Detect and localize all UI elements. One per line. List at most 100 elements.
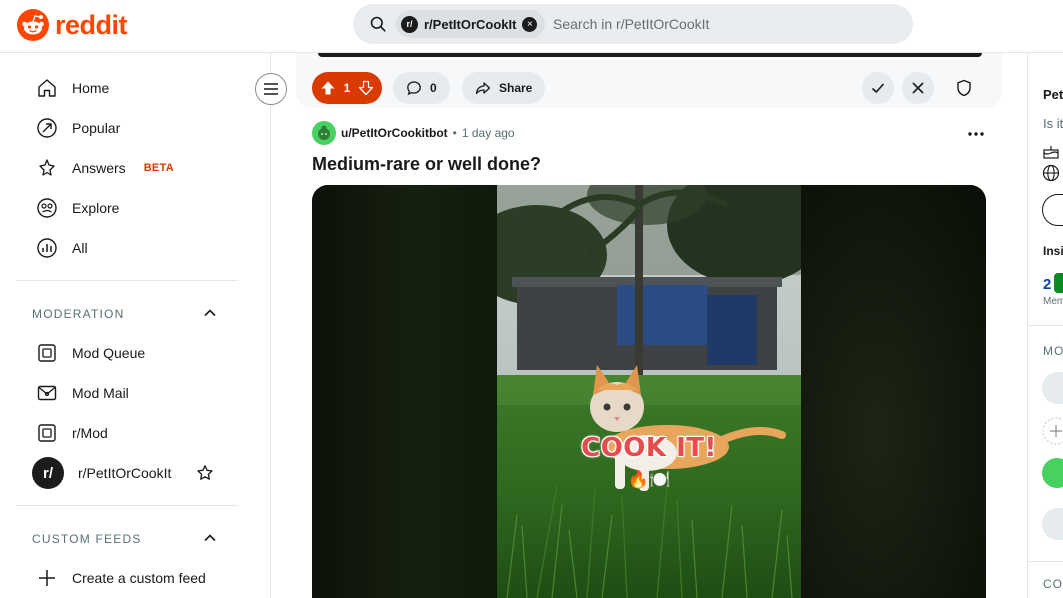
chevron-up-icon[interactable] xyxy=(203,531,217,545)
more-options-icon[interactable] xyxy=(967,131,985,137)
sidebar-item-r-mod[interactable]: r/Mod xyxy=(36,421,108,445)
moderation-section-title[interactable]: MODERATION xyxy=(32,307,124,321)
left-sidebar: Home Popular Answers BETA Explore All MO… xyxy=(0,53,271,598)
share-label: Share xyxy=(499,81,533,95)
community-section-title-fragment: COM xyxy=(1043,577,1063,591)
menu-icon xyxy=(264,83,278,95)
avatar[interactable] xyxy=(1042,458,1063,488)
community-action-button[interactable] xyxy=(1042,194,1063,226)
kitten-in-grass-image xyxy=(497,185,801,598)
vote-control: 1 xyxy=(312,72,382,104)
sidebar-item-label: Explore xyxy=(72,200,120,216)
comments-button[interactable]: 0 xyxy=(393,72,450,104)
right-sidebar: Pet Is it Insi 2 Mem MO COM xyxy=(1027,53,1063,598)
share-icon xyxy=(475,82,491,95)
mod-mail-icon xyxy=(37,385,57,401)
sidebar-item-petitorcookit[interactable]: r/ r/PetItOrCookIt xyxy=(32,457,172,489)
plus-icon xyxy=(39,570,55,586)
comment-icon xyxy=(407,81,421,96)
sidebar-item-mod-mail[interactable]: Mod Mail xyxy=(36,381,129,405)
sidebar-item-label: r/Mod xyxy=(72,425,108,441)
community-description-fragment: Is it xyxy=(1043,116,1063,131)
sidebar-item-popular[interactable]: Popular xyxy=(36,116,120,140)
all-icon xyxy=(37,238,57,258)
search-scope-label: r/PetItOrCookIt xyxy=(424,16,517,32)
answers-icon xyxy=(39,159,55,176)
close-icon[interactable]: × xyxy=(522,16,538,32)
checkmark-icon xyxy=(871,83,885,94)
meta-separator: • xyxy=(452,126,457,140)
sidebar-divider xyxy=(16,505,237,506)
rail-divider xyxy=(1028,325,1063,326)
post-timestamp: 1 day ago xyxy=(461,126,515,140)
top-header: reddit r/ r/PetItOrCookIt × xyxy=(0,0,1063,53)
globe-icon xyxy=(1042,164,1060,182)
video-frame[interactable]: COOK IT! 🔥🍽️ xyxy=(497,185,801,598)
search-bar[interactable]: r/ r/PetItOrCookIt × xyxy=(353,4,913,44)
create-feed-label: Create a custom feed xyxy=(72,570,206,586)
sidebar-item-label: All xyxy=(72,240,88,256)
custom-feeds-section-title[interactable]: CUSTOM FEEDS xyxy=(32,532,142,546)
home-icon xyxy=(38,79,56,97)
video-overlay-emoji: 🔥🍽️ xyxy=(627,470,671,490)
cake-icon xyxy=(1043,146,1059,159)
subreddit-avatar: r/ xyxy=(32,457,64,489)
sidebar-toggle-button[interactable] xyxy=(255,73,287,105)
video-overlay-caption: COOK IT! xyxy=(581,433,717,463)
logo-text: reddit xyxy=(55,9,128,40)
sidebar-item-label: Answers xyxy=(72,160,126,176)
beta-badge: BETA xyxy=(143,162,175,174)
reddit-snoo-icon xyxy=(17,9,49,41)
popular-icon xyxy=(37,118,57,138)
subreddit-avatar: r/ xyxy=(401,15,418,33)
post-meta: u/PetItOrCookitbot • 1 day ago xyxy=(312,121,515,145)
sidebar-item-mod-queue[interactable]: Mod Queue xyxy=(36,341,145,365)
members-label-fragment: Mem xyxy=(1043,296,1063,307)
downvote-icon[interactable] xyxy=(358,80,374,96)
post-video[interactable]: COOK IT! 🔥🍽️ xyxy=(312,185,986,598)
avatar[interactable] xyxy=(312,121,336,145)
community-title-fragment: Pet xyxy=(1043,87,1063,102)
mod-tools-title-fragment: MO xyxy=(1043,344,1063,358)
share-button[interactable]: Share xyxy=(462,72,546,104)
snoo-avatar-icon xyxy=(318,125,330,140)
reddit-logo[interactable]: reddit xyxy=(17,8,128,42)
remove-button[interactable] xyxy=(902,72,934,104)
explore-icon xyxy=(37,198,57,218)
post-author[interactable]: u/PetItOrCookitbot xyxy=(341,126,448,140)
comment-count: 0 xyxy=(430,81,437,95)
mod-queue-icon xyxy=(38,344,56,362)
rail-action-button[interactable] xyxy=(1042,508,1063,540)
create-custom-feed-button[interactable]: Create a custom feed xyxy=(36,566,206,590)
rail-divider xyxy=(1028,561,1063,562)
sidebar-item-label: Mod Mail xyxy=(72,385,129,401)
sidebar-item-label: Home xyxy=(72,80,110,96)
sidebar-item-all[interactable]: All xyxy=(36,236,88,260)
search-scope-chip[interactable]: r/ r/PetItOrCookIt × xyxy=(396,10,546,38)
sidebar-divider xyxy=(16,280,237,281)
plus-circle-icon[interactable] xyxy=(1042,417,1063,445)
previous-post-media-edge xyxy=(318,53,982,57)
sidebar-item-label: Popular xyxy=(72,120,121,136)
sidebar-item-label: r/PetItOrCookIt xyxy=(78,465,172,481)
approve-button[interactable] xyxy=(862,72,894,104)
video-blur-background xyxy=(801,185,986,598)
member-count-fragment: 2 xyxy=(1043,276,1052,293)
sidebar-item-answers[interactable]: Answers BETA xyxy=(36,156,174,180)
mod-shield-button[interactable] xyxy=(948,72,980,104)
search-icon xyxy=(370,16,386,32)
upvote-icon[interactable] xyxy=(320,80,336,96)
sidebar-item-home[interactable]: Home xyxy=(36,76,109,100)
search-input[interactable] xyxy=(553,14,893,34)
sidebar-item-explore[interactable]: Explore xyxy=(36,196,119,220)
status-badge xyxy=(1054,273,1063,293)
main-feed: 1 0 Share u/PetItOrCookitbot • 1 day ago… xyxy=(296,53,1002,598)
chevron-up-icon[interactable] xyxy=(203,306,217,320)
insights-title-fragment: Insi xyxy=(1043,244,1063,258)
star-icon[interactable] xyxy=(196,464,214,482)
video-blur-background xyxy=(312,185,497,598)
vote-count: 1 xyxy=(343,81,351,95)
mod-tools-button[interactable] xyxy=(1042,372,1063,404)
shield-icon xyxy=(957,79,971,97)
post-title[interactable]: Medium-rare or well done? xyxy=(312,154,541,175)
